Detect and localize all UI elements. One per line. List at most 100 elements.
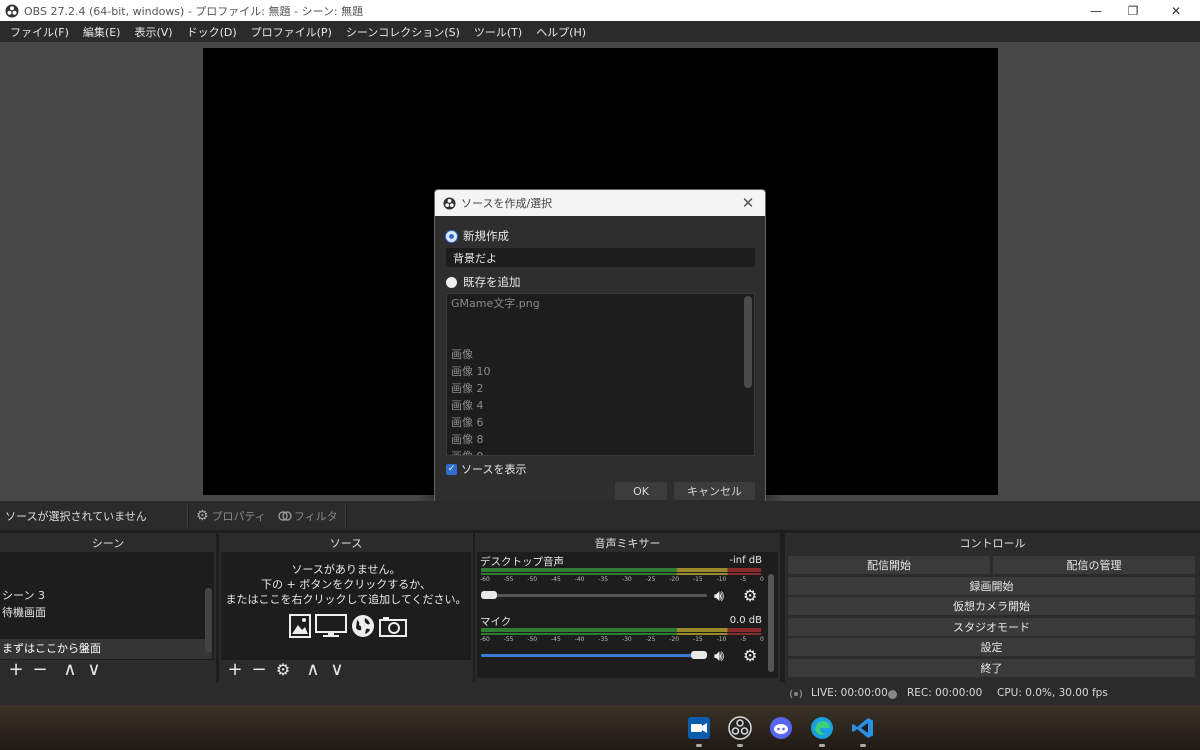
list-item[interactable]: 画像 10 (447, 363, 754, 380)
windows-taskbar (0, 705, 1200, 750)
restore-button[interactable]: ❐ (1113, 0, 1153, 21)
show-source-checkbox-row[interactable]: ✓ ソースを表示 (446, 461, 526, 477)
camera-icon (379, 617, 407, 637)
taskbar-vscode-icon[interactable] (850, 715, 876, 741)
menu-view[interactable]: 表示(V) (127, 24, 179, 40)
move-source-down-button[interactable]: ∨ (325, 659, 349, 681)
add-existing-radio[interactable] (446, 276, 457, 288)
speaker-icon[interactable]: 🔊︎ (714, 646, 724, 666)
taskbar-edge-icon[interactable] (809, 715, 835, 741)
manage-broadcast-button[interactable]: 配信の管理 (993, 556, 1195, 574)
move-scene-down-button[interactable]: ∨ (82, 659, 106, 681)
list-item[interactable]: 画像 9 (447, 448, 754, 455)
taskbar-obs-icon[interactable] (727, 715, 753, 741)
source-properties-button[interactable]: ⚙ (271, 659, 295, 681)
desktop-volume-slider[interactable] (481, 594, 707, 597)
list-item[interactable]: 画像 4 (447, 397, 754, 414)
add-source-button[interactable]: + (223, 659, 247, 681)
meter-ticks: -60 -55 -50 -45 -40 -35 -30 -25 -20 -15 -10 -5 0 (480, 636, 764, 643)
sources-empty-line: またはここを右クリックして追加してください。 (225, 593, 467, 606)
list-scrollbar[interactable] (744, 296, 752, 388)
scenes-dock: シーン シーン 3 待機画面 まずはここから盤面 + − ∧ ∨ (0, 533, 216, 682)
scenes-footer: + − ∧ ∨ (0, 658, 216, 682)
sources-dock: ソース ソースがありません。 下の + ボタンをクリックするか、 またはここを右… (219, 533, 473, 682)
volume-meter (481, 628, 761, 632)
controls-header: コントロール (785, 533, 1200, 552)
sources-list[interactable]: ソースがありません。 下の + ボタンをクリックするか、 またはここを右クリック… (221, 552, 471, 660)
remove-scene-button[interactable]: − (28, 659, 52, 681)
taskbar-discord-icon[interactable] (768, 715, 794, 741)
desktop-volume-handle[interactable] (481, 591, 497, 599)
start-virtual-camera-button[interactable]: 仮想カメラ開始 (788, 597, 1195, 615)
scene-item[interactable]: 待機画面 (2, 604, 46, 620)
existing-sources-list[interactable]: GMame文字.png 画像 画像 10 画像 2 画像 4 画像 6 画像 8… (446, 293, 755, 456)
meter-tick: -5 (740, 576, 747, 583)
mic-volume-slider[interactable] (481, 654, 699, 657)
settings-button[interactable]: 設定 (788, 638, 1195, 656)
meter-tick: -60 (480, 576, 490, 583)
taskbar-zoom-icon[interactable] (686, 715, 712, 741)
audio-mixer-dock: 音声ミキサー デスクトップ音声 -inf dB -60 -55 -50 -45 -40-… (475, 533, 780, 682)
meter-tick: -20 (669, 636, 680, 643)
scenes-list[interactable]: シーン 3 待機画面 まずはここから盤面 (0, 552, 214, 660)
meter-tick: 0 (760, 636, 764, 643)
scene-item[interactable]: シーン 3 (2, 587, 45, 603)
menu-edit[interactable]: 編集(E) (76, 24, 128, 40)
scenes-scrollbar[interactable] (205, 588, 212, 652)
browser-globe-icon (352, 615, 374, 637)
mixer-track-db: 0.0 dB (729, 615, 762, 626)
cancel-button[interactable]: キャンセル (674, 482, 755, 500)
add-scene-button[interactable]: + (4, 659, 28, 681)
dialog-close-icon[interactable]: ✕ (737, 192, 759, 214)
mic-volume-handle[interactable] (691, 651, 707, 659)
dialog-titlebar: ソースを作成/選択 ✕ (435, 190, 765, 216)
volume-meter (481, 633, 761, 635)
minimize-button[interactable]: — (1076, 0, 1116, 21)
filters-label: フィルタ (293, 509, 338, 523)
menu-tools[interactable]: ツール(T) (467, 24, 529, 40)
speaker-icon[interactable]: 🔊︎ (714, 586, 724, 606)
list-item[interactable]: 画像 8 (447, 431, 754, 448)
show-source-checkbox[interactable]: ✓ (446, 463, 457, 475)
menu-dock[interactable]: ドック(D) (180, 24, 244, 40)
list-item[interactable]: GMame文字.png (447, 295, 754, 312)
mixer-body: デスクトップ音声 -inf dB -60 -55 -50 -45 -40 -35 -30 -2… (477, 552, 778, 678)
create-new-radio-row[interactable]: 新規作成 (446, 228, 509, 244)
obs-logo-icon (5, 4, 19, 17)
list-item[interactable]: 画像 2 (447, 380, 754, 397)
start-streaming-button[interactable]: 配信開始 (788, 556, 990, 574)
move-source-up-button[interactable]: ∧ (301, 659, 325, 681)
gear-icon[interactable]: ⚙ (743, 586, 757, 605)
close-window-button[interactable]: ✕ (1156, 0, 1196, 21)
source-name-input[interactable] (446, 248, 755, 267)
ok-button[interactable]: OK (615, 482, 667, 500)
properties-button[interactable]: ⚙ プロパティ (190, 505, 272, 527)
live-status: LIVE: 00:00:00 (811, 687, 888, 699)
start-recording-button[interactable]: 録画開始 (788, 577, 1195, 595)
exit-button[interactable]: 終了 (788, 659, 1195, 677)
menu-scene-collection[interactable]: シーンコレクション(S) (339, 24, 467, 40)
window-titlebar: OBS 27.2.4 (64-bit, windows) - プロファイル: 無… (0, 0, 1200, 21)
add-existing-radio-row[interactable]: 既存を追加 (446, 274, 521, 290)
add-existing-label: 既存を追加 (463, 275, 521, 289)
toolbar-separator (344, 504, 347, 527)
taskbar-running-indicator (737, 744, 743, 747)
list-item[interactable]: 画像 (447, 346, 754, 363)
menu-file[interactable]: ファイル(F) (3, 24, 76, 40)
menu-help[interactable]: ヘルプ(H) (529, 24, 593, 40)
cpu-status: CPU: 0.0%, 30.00 fps (997, 687, 1108, 699)
scene-item-selected[interactable]: まずはここから盤面 (0, 639, 212, 659)
menu-profile[interactable]: プロファイル(P) (244, 24, 339, 40)
meter-tick: -45 (550, 636, 561, 643)
mixer-scrollbar[interactable] (768, 574, 774, 672)
volume-meter (481, 568, 761, 572)
filters-button[interactable]: フィルタ (272, 505, 344, 527)
gear-icon[interactable]: ⚙ (743, 646, 757, 665)
move-scene-up-button[interactable]: ∧ (58, 659, 82, 681)
remove-source-button[interactable]: − (247, 659, 271, 681)
list-item[interactable]: 画像 6 (447, 414, 754, 431)
studio-mode-button[interactable]: スタジオモード (788, 618, 1195, 636)
meter-tick: -40 (574, 636, 585, 643)
create-new-radio[interactable] (446, 230, 457, 242)
meter-tick: -30 (621, 576, 632, 583)
